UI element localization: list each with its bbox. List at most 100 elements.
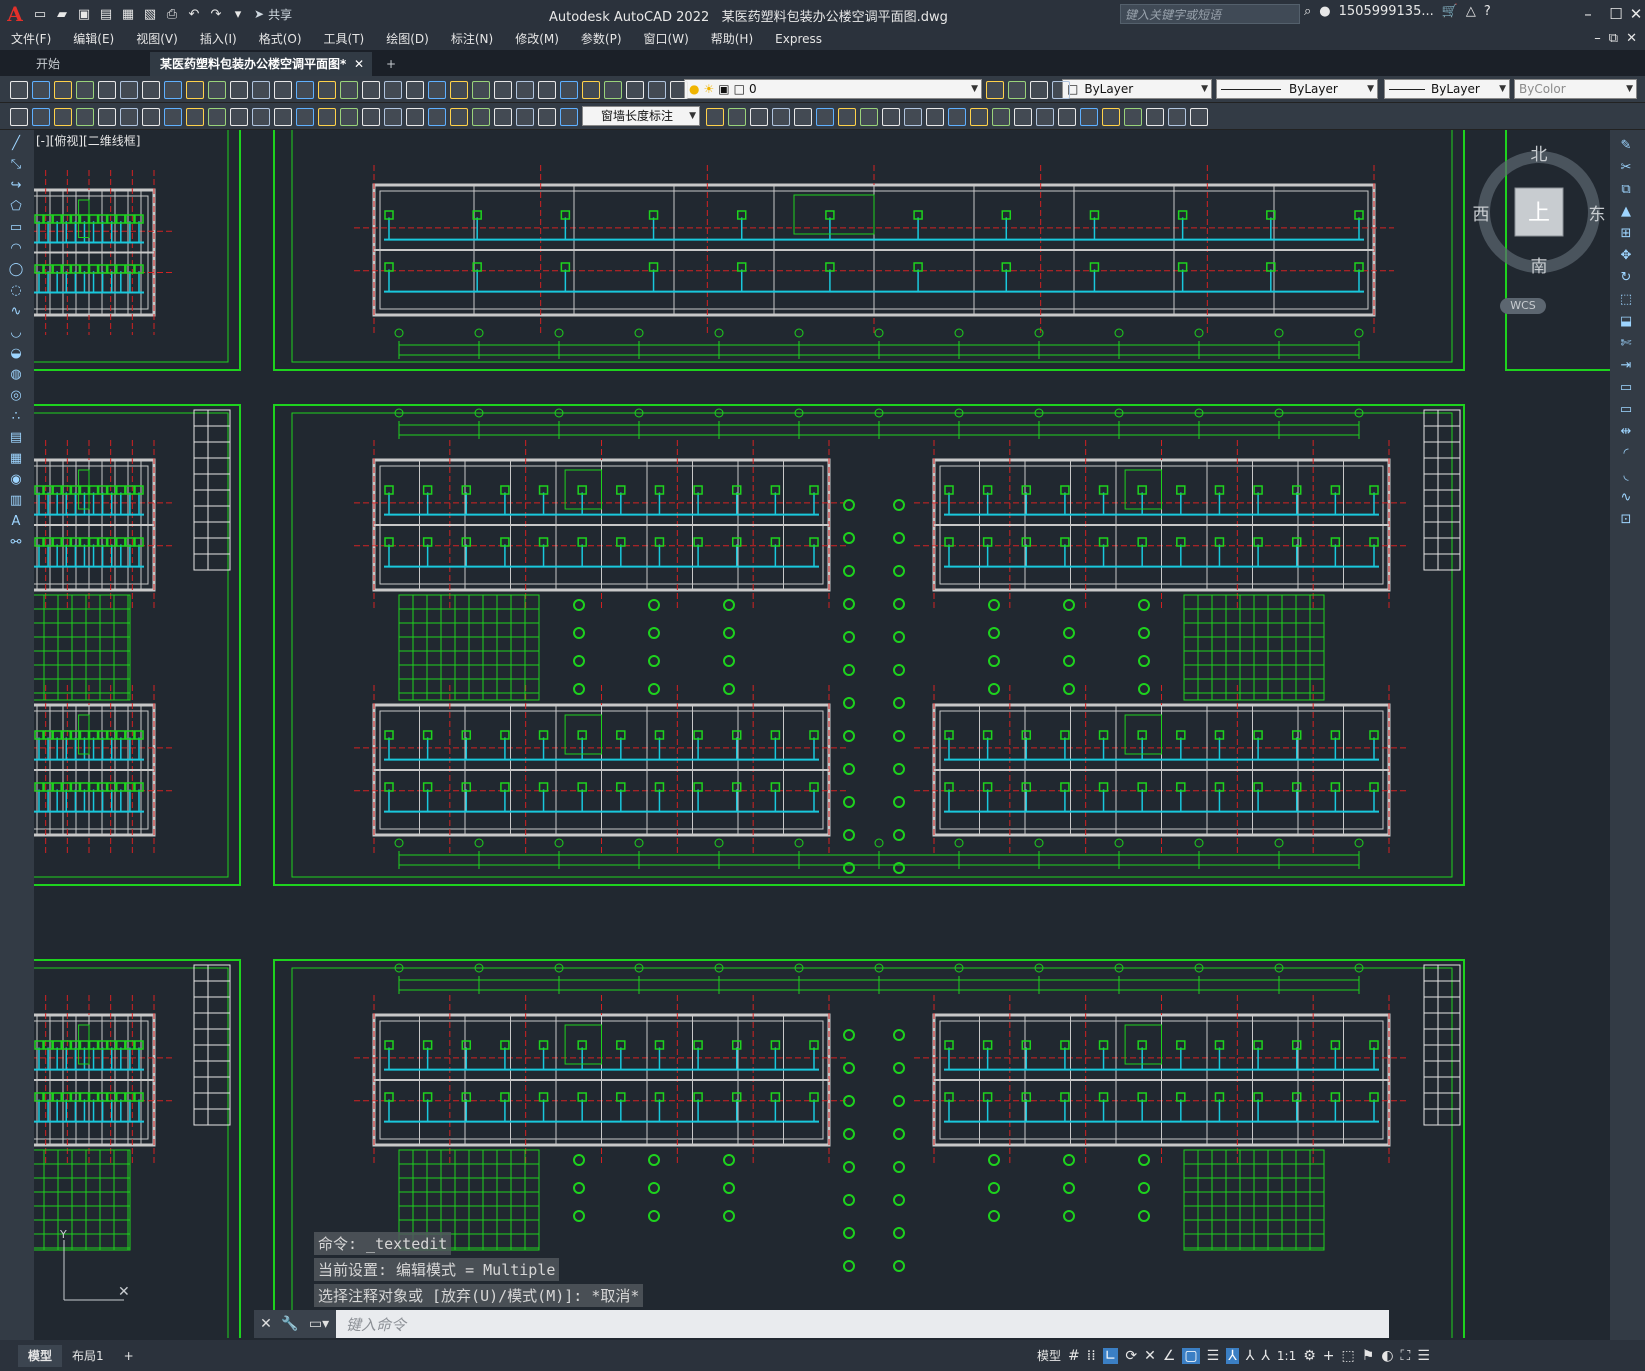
help-icon[interactable]: ? — [1484, 4, 1491, 19]
user-name[interactable]: 1505999135... — [1339, 4, 1434, 19]
draw-tool-icon[interactable]: ◒ — [8, 346, 24, 362]
menu-item[interactable]: Express — [764, 28, 833, 50]
modify-tool-icon[interactable]: ✄ — [1618, 336, 1634, 352]
modify-tool-icon[interactable]: ⇥ — [1618, 358, 1634, 374]
modify-tool-icon[interactable]: ◟ — [1618, 468, 1634, 484]
polar-icon[interactable]: ⟳ — [1125, 1348, 1137, 1364]
toolbar-tool-icon[interactable] — [860, 108, 878, 126]
toolbar-tool-icon[interactable] — [340, 81, 358, 99]
toolbar-tool-icon[interactable] — [296, 81, 314, 99]
draw-tool-icon[interactable]: ◍ — [8, 367, 24, 383]
tab-close-icon[interactable]: ✕ — [354, 52, 364, 76]
modify-tool-icon[interactable]: ⇹ — [1618, 424, 1634, 440]
autodesk-app-icon[interactable]: △ — [1466, 4, 1476, 19]
toolbar-tool-icon[interactable] — [1036, 108, 1054, 126]
toolbar-tool-icon[interactable] — [32, 81, 50, 99]
toolbar-tool-icon[interactable] — [32, 108, 50, 126]
modify-tool-icon[interactable]: ✂ — [1618, 160, 1634, 176]
draw-tool-icon[interactable]: ▦ — [8, 451, 24, 467]
toolbar-tool-icon[interactable] — [472, 108, 490, 126]
toolbar-tool-icon[interactable] — [838, 108, 856, 126]
toolbar-tool-icon[interactable] — [76, 108, 94, 126]
annotation-scale-value[interactable]: 1:1 — [1277, 1349, 1296, 1363]
redo-icon[interactable]: ↷ — [206, 4, 226, 24]
annotation-visibility-icon[interactable]: ⅄ — [1226, 1347, 1239, 1364]
toolbar-tool-icon[interactable] — [992, 108, 1010, 126]
toolbar-tool-icon[interactable] — [274, 108, 292, 126]
close-command-icon[interactable]: ✕ — [254, 1310, 278, 1338]
doc-close-icon[interactable]: ✕ — [1626, 28, 1637, 50]
toolbar-tool-icon[interactable] — [142, 81, 160, 99]
toolbar-tool-icon[interactable] — [706, 108, 724, 126]
new-tab-button[interactable]: + — [380, 52, 406, 76]
modify-tool-icon[interactable]: ∿ — [1618, 490, 1634, 506]
toolbar-tool-icon[interactable] — [750, 108, 768, 126]
toolbar-tool-icon[interactable] — [362, 108, 380, 126]
draw-tool-icon[interactable]: ↪ — [8, 178, 24, 194]
toolbar-tool-icon[interactable] — [538, 81, 556, 99]
toolbar-tool-icon[interactable] — [274, 81, 292, 99]
draw-tool-icon[interactable]: ◎ — [8, 388, 24, 404]
draw-tool-icon[interactable]: ◌ — [8, 283, 24, 299]
toolbar-tool-icon[interactable] — [794, 108, 812, 126]
draw-tool-icon[interactable]: ⤡ — [8, 157, 24, 173]
modify-tool-icon[interactable]: ▭ — [1618, 402, 1634, 418]
dimstyle-dropdown[interactable]: 窗墙长度标注 ▼ — [582, 106, 700, 126]
toolbar-tool-icon[interactable] — [230, 108, 248, 126]
object-track-icon[interactable]: ∠ — [1163, 1348, 1176, 1364]
toolbar-tool-icon[interactable] — [1102, 108, 1120, 126]
toolbar-tool-icon[interactable] — [604, 81, 622, 99]
auto-scale-icon[interactable]: ⅄ — [1246, 1348, 1255, 1364]
doc-restore-icon[interactable]: ⧉ — [1609, 28, 1618, 50]
quick-properties-icon[interactable]: ⚑ — [1362, 1348, 1375, 1364]
draw-tool-icon[interactable]: ╱ — [8, 136, 24, 152]
maximize-button[interactable]: ☐ — [1602, 0, 1630, 28]
plotstyle-dropdown[interactable]: ByColor ▼ — [1514, 79, 1637, 99]
toolbar-tool-icon[interactable] — [186, 81, 204, 99]
toolbar-tool-icon[interactable] — [318, 108, 336, 126]
menu-item[interactable]: 工具(T) — [313, 28, 376, 50]
draw-tool-icon[interactable]: ▥ — [8, 493, 24, 509]
layer-tool-icon[interactable] — [1008, 81, 1026, 99]
command-input[interactable]: 键入命令 — [346, 1314, 406, 1335]
toolbar-tool-icon[interactable] — [318, 81, 336, 99]
drawing-canvas[interactable]: [-][俯视][二维线框] 上 北 南 东 西 WCS Y ✕ — [34, 130, 1610, 1338]
toolbar-tool-icon[interactable] — [406, 108, 424, 126]
layer-tool-icon[interactable] — [986, 81, 1004, 99]
toolbar-tool-icon[interactable] — [208, 108, 226, 126]
toolbar-tool-icon[interactable] — [670, 81, 688, 99]
color-dropdown[interactable]: □ ByLayer ▼ — [1062, 79, 1212, 99]
wcs-menu[interactable]: WCS — [1500, 298, 1546, 314]
web-mobile-icon[interactable]: ▦ — [118, 4, 138, 24]
menu-item[interactable]: 窗口(W) — [633, 28, 700, 50]
toolbar-tool-icon[interactable] — [516, 108, 534, 126]
open-icon[interactable]: ▰ — [52, 4, 72, 24]
new-icon[interactable]: ▭ — [30, 4, 50, 24]
toolbar-tool-icon[interactable] — [428, 108, 446, 126]
modify-tool-icon[interactable]: ◜ — [1618, 446, 1634, 462]
menu-item[interactable]: 文件(F) — [0, 28, 62, 50]
menu-item[interactable]: 参数(P) — [570, 28, 633, 50]
model-space-button[interactable]: 模型 — [1037, 1347, 1061, 1364]
search-input[interactable]: 键入关键字或短语 — [1120, 4, 1300, 24]
toolbar-tool-icon[interactable] — [296, 108, 314, 126]
fullscreen-icon[interactable]: ⛶ — [1401, 1348, 1411, 1364]
modify-tool-icon[interactable]: ⊡ — [1618, 512, 1634, 528]
toolbar-tool-icon[interactable] — [560, 81, 578, 99]
search-icon[interactable]: ⌕ — [1304, 4, 1311, 19]
toolbar-tool-icon[interactable] — [538, 108, 556, 126]
toolbar-tool-icon[interactable] — [54, 81, 72, 99]
toolbar-tool-icon[interactable] — [1058, 108, 1076, 126]
menu-item[interactable]: 插入(I) — [189, 28, 248, 50]
modify-tool-icon[interactable]: ⬓ — [1618, 314, 1634, 330]
tab-model[interactable]: 模型 — [18, 1344, 63, 1367]
toolbar-tool-icon[interactable] — [472, 81, 490, 99]
draw-tool-icon[interactable]: ∴ — [8, 409, 24, 425]
toolbar-tool-icon[interactable] — [648, 81, 666, 99]
toolbar-tool-icon[interactable] — [728, 108, 746, 126]
toolbar-tool-icon[interactable] — [1168, 108, 1186, 126]
modify-tool-icon[interactable]: ⊞ — [1618, 226, 1634, 242]
toolbar-tool-icon[interactable] — [1146, 108, 1164, 126]
compass-south[interactable]: 南 — [1531, 257, 1548, 277]
viewcube[interactable]: 上 北 南 东 西 — [1469, 142, 1609, 282]
